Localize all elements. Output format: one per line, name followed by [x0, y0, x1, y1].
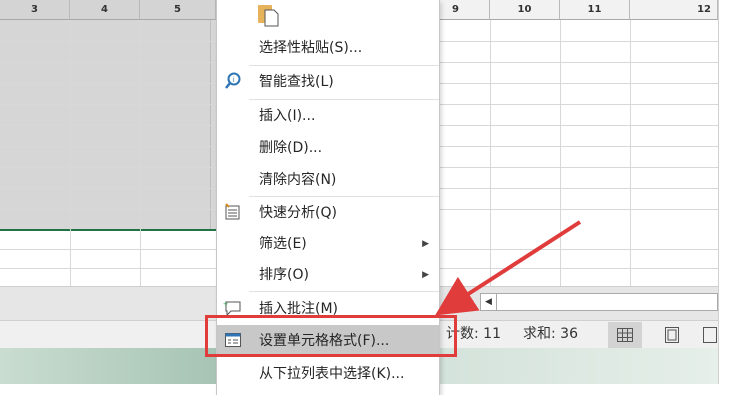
- menu-item-quick-analysis[interactable]: 快速分析(Q): [217, 197, 439, 229]
- page-layout-icon: [665, 327, 679, 343]
- menu-item-sort[interactable]: 排序(O) ▶: [217, 259, 439, 291]
- submenu-arrow-icon: ▶: [422, 239, 429, 249]
- submenu-arrow-icon: ▶: [422, 270, 429, 280]
- page-layout-view-button[interactable]: [655, 322, 689, 348]
- menu-label: 从下拉列表中选择(K)...: [259, 366, 405, 382]
- svg-text:i: i: [233, 77, 235, 84]
- menu-label: 智能查找(L): [259, 74, 334, 90]
- horizontal-scrollbar[interactable]: ◀: [480, 293, 718, 311]
- menu-label: 插入(I)...: [259, 108, 316, 124]
- column-header-12[interactable]: 12: [630, 0, 718, 20]
- column-header-4[interactable]: 4: [70, 0, 140, 20]
- normal-view-button[interactable]: [608, 322, 642, 348]
- smart-lookup-icon: i: [223, 72, 243, 92]
- menu-item-paste-special[interactable]: 选择性粘贴(S)...: [217, 32, 439, 64]
- menu-item-filter[interactable]: 筛选(E) ▶: [217, 228, 439, 260]
- paste-icon[interactable]: [257, 4, 281, 28]
- menu-item-pick-from-dropdown[interactable]: 从下拉列表中选择(K)...: [217, 358, 439, 390]
- status-sum: 求和: 36: [523, 326, 578, 342]
- menu-item-clear-contents[interactable]: 清除内容(N): [217, 164, 439, 196]
- menu-label: 删除(D)...: [259, 140, 323, 156]
- column-header-5[interactable]: 5: [140, 0, 216, 20]
- column-header-10[interactable]: 10: [490, 0, 560, 20]
- quick-analysis-icon: [223, 203, 243, 223]
- scroll-left-arrow-icon[interactable]: ◀: [481, 294, 497, 310]
- menu-label: 选择性粘贴(S)...: [259, 40, 363, 56]
- window-edge: [718, 0, 731, 395]
- column-header-11[interactable]: 11: [560, 0, 630, 20]
- menu-item-insert[interactable]: 插入(I)...: [217, 100, 439, 132]
- page-break-icon: [703, 327, 717, 343]
- menu-label: 快速分析(Q): [259, 205, 337, 221]
- annotation-highlight-box: [205, 315, 457, 357]
- menu-label: 清除内容(N): [259, 172, 337, 188]
- menu-label: 排序(O): [259, 267, 309, 283]
- column-header-3[interactable]: 3: [0, 0, 70, 20]
- normal-view-icon: [617, 328, 633, 342]
- menu-label: 筛选(E): [259, 236, 307, 252]
- column-header-9[interactable]: 9: [440, 0, 490, 20]
- selection-border: [0, 229, 230, 231]
- menu-item-smart-lookup[interactable]: i 智能查找(L): [217, 66, 439, 98]
- page-break-view-button[interactable]: [702, 322, 718, 348]
- svg-text:+: +: [223, 299, 228, 309]
- menu-item-delete[interactable]: 删除(D)...: [217, 132, 439, 164]
